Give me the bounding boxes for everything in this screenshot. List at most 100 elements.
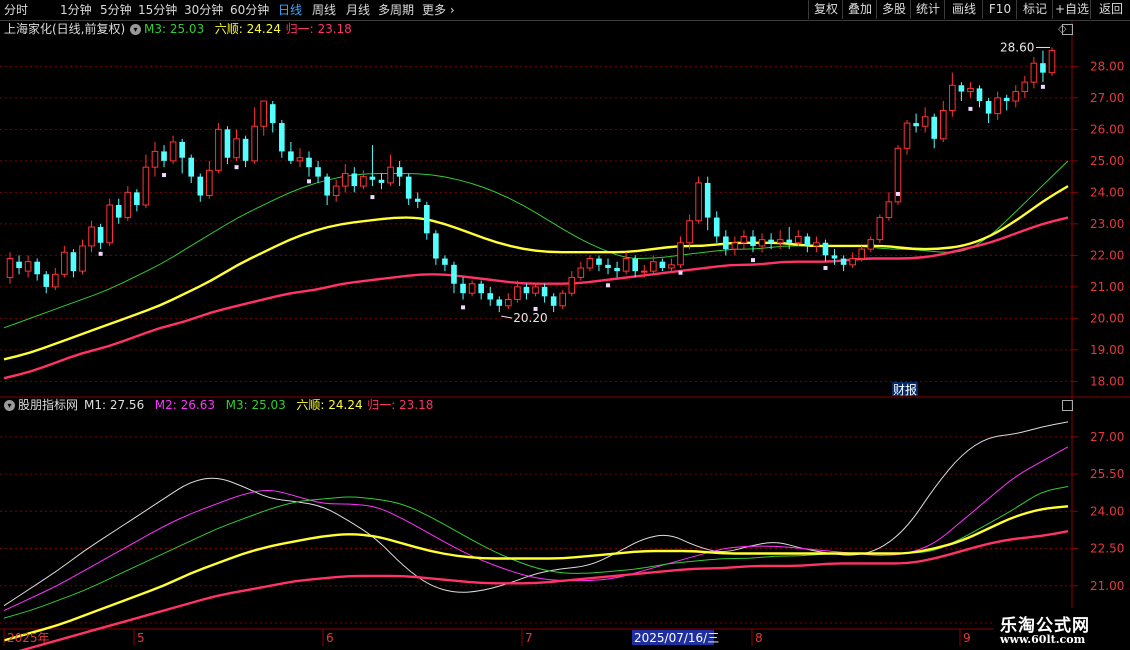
signal-marker-9: [750, 258, 755, 263]
candle-body-21: [197, 176, 204, 196]
candle-body-34: [315, 167, 321, 177]
period-tab-7[interactable]: 周线: [312, 2, 336, 18]
indicator-settings-icon[interactable]: ▾: [4, 400, 15, 411]
period-tab-3[interactable]: 15分钟: [138, 2, 177, 18]
candle-body-3: [34, 261, 40, 275]
period-tab-4[interactable]: 30分钟: [184, 2, 223, 18]
toolbar: 分时 1分钟 5分钟 15分钟 30分钟 60分钟 日线 周线 月线 多周期 更多 › 复权 叠加 多股…: [0, 0, 1130, 21]
period-tab-5[interactable]: 60分钟: [230, 2, 269, 18]
candle-body-80: [731, 242, 739, 250]
panel-maximize-icon[interactable]: [1062, 24, 1073, 35]
period-tab-9[interactable]: 多周期: [378, 2, 414, 18]
main-ytick-label-9: 27.00: [1090, 91, 1124, 105]
main-legend-item-2: 归一: 23.18: [285, 22, 352, 36]
candle-body-15: [142, 166, 150, 206]
candle-body-100: [913, 123, 919, 127]
main-ytick-label-6: 24.00: [1090, 185, 1124, 199]
candle-body-50: [460, 283, 466, 294]
candle-body-65: [596, 258, 602, 265]
candle-body-41: [378, 179, 385, 183]
candle-body-96: [876, 217, 884, 241]
candle-body-13: [124, 191, 132, 219]
toolbar-button-7[interactable]: +自选: [1052, 0, 1091, 19]
candle-body-77: [704, 182, 711, 218]
candle-body-91: [831, 255, 838, 259]
indicator-ytick-label-3: 24.00: [1090, 504, 1124, 518]
chevron-down-icon[interactable]: ▾: [130, 24, 141, 35]
toolbar-button-3[interactable]: 统计: [910, 0, 945, 19]
xaxis-label-5: 9: [963, 631, 971, 645]
candle-body-97: [885, 201, 893, 219]
candle-body-2: [24, 261, 32, 272]
signal-marker-13: [1040, 84, 1045, 89]
candle-body-89: [813, 242, 820, 247]
period-tab-8[interactable]: 月线: [346, 2, 370, 18]
period-tab-6[interactable]: 日线: [278, 2, 302, 18]
candle-body-57: [523, 286, 530, 294]
signal-marker-12: [968, 106, 973, 111]
signal-marker-1: [162, 173, 167, 178]
candle-body-72: [659, 261, 666, 268]
main-ytick-label-1: 19.00: [1090, 343, 1124, 357]
indicator-legend-item-4: 归一: 23.18: [367, 398, 434, 412]
toolbar-button-4[interactable]: 画线: [944, 0, 983, 19]
toolbar-button-5[interactable]: F10: [982, 0, 1017, 19]
candle-body-93: [849, 258, 856, 266]
candle-body-35: [324, 176, 330, 196]
signal-marker-2: [234, 165, 239, 170]
candle-body-59: [541, 286, 548, 297]
period-tab-10[interactable]: 更多 ›: [422, 2, 455, 18]
toolbar-button-0[interactable]: 复权: [808, 0, 843, 19]
candle-body-36: [332, 185, 340, 197]
candle-body-19: [179, 141, 185, 158]
candle-body-78: [713, 217, 720, 237]
candle-body-88: [804, 236, 811, 246]
candle-body-39: [360, 176, 367, 187]
candle-body-99: [903, 122, 911, 149]
candle-body-10: [97, 227, 104, 243]
candle-body-103: [939, 109, 947, 140]
candle-body-38: [351, 173, 358, 187]
candle-body-16: [151, 150, 159, 168]
candle-body-48: [442, 258, 448, 265]
xaxis-label-2: 6: [326, 631, 334, 645]
candle-body-84: [768, 239, 774, 243]
candle-body-68: [622, 258, 630, 272]
main-legend-item-1: 六顺: 24.24: [214, 22, 282, 36]
indicator-legend-item-0: M1: 27.56: [84, 398, 145, 412]
toolbar-button-8[interactable]: 返回: [1090, 0, 1130, 19]
xaxis-label-3: 7: [525, 631, 533, 645]
candle-body-81: [740, 235, 748, 244]
candle-body-23: [215, 128, 222, 171]
candle-body-94: [858, 248, 866, 260]
main-ytick-label-3: 21.00: [1090, 280, 1124, 294]
toolbar-button-2[interactable]: 多股: [876, 0, 911, 19]
candle-body-75: [686, 220, 693, 244]
period-tab-2[interactable]: 5分钟: [100, 2, 132, 18]
xaxis-label-1: 5: [137, 631, 145, 645]
signal-marker-5: [461, 305, 466, 310]
candle-body-43: [396, 167, 403, 177]
period-tab-1[interactable]: 1分钟: [60, 2, 92, 18]
candle-body-111: [1012, 91, 1020, 102]
toolbar-button-6[interactable]: 标记: [1016, 0, 1053, 19]
candle-body-60: [550, 296, 557, 306]
candle-body-8: [79, 245, 86, 272]
signal-marker-11: [895, 191, 900, 196]
signal-marker-7: [606, 283, 611, 288]
period-tab-0[interactable]: 分时: [4, 2, 28, 18]
indicator-maximize-icon[interactable]: [1062, 400, 1073, 411]
candle-body-71: [650, 261, 657, 272]
candle-body-113: [1030, 62, 1038, 83]
candle-body-55: [505, 298, 512, 307]
main-series-line-2: [3, 216, 1069, 380]
candle-body-86: [786, 239, 793, 243]
candle-body-6: [61, 251, 68, 275]
candle-body-85: [776, 239, 784, 244]
candle-body-95: [867, 239, 875, 250]
toolbar-button-1[interactable]: 叠加: [842, 0, 877, 19]
candle-body-30: [279, 123, 285, 152]
candle-body-20: [188, 157, 195, 177]
candle-body-37: [341, 172, 349, 187]
main-ytick-label-7: 25.00: [1090, 154, 1124, 168]
